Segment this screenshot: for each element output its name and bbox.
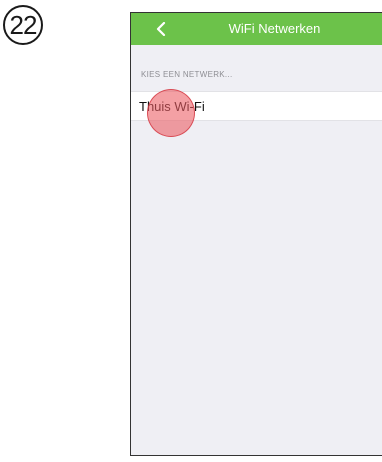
section-header: KIES EEN NETWERK... (141, 70, 233, 79)
instruction-canvas: 22 WiFi Netwerken KIES EEN NETWERK... Th… (0, 0, 382, 462)
network-name: Thuis Wi-Fi (139, 99, 205, 114)
step-number-badge: 22 (3, 5, 43, 45)
navigation-bar: WiFi Netwerken (131, 13, 382, 45)
phone-screen: WiFi Netwerken KIES EEN NETWERK... Thuis… (130, 12, 382, 456)
step-number: 22 (9, 9, 38, 40)
nav-title: WiFi Netwerken (228, 21, 321, 36)
network-list-item[interactable]: Thuis Wi-Fi (131, 91, 382, 121)
